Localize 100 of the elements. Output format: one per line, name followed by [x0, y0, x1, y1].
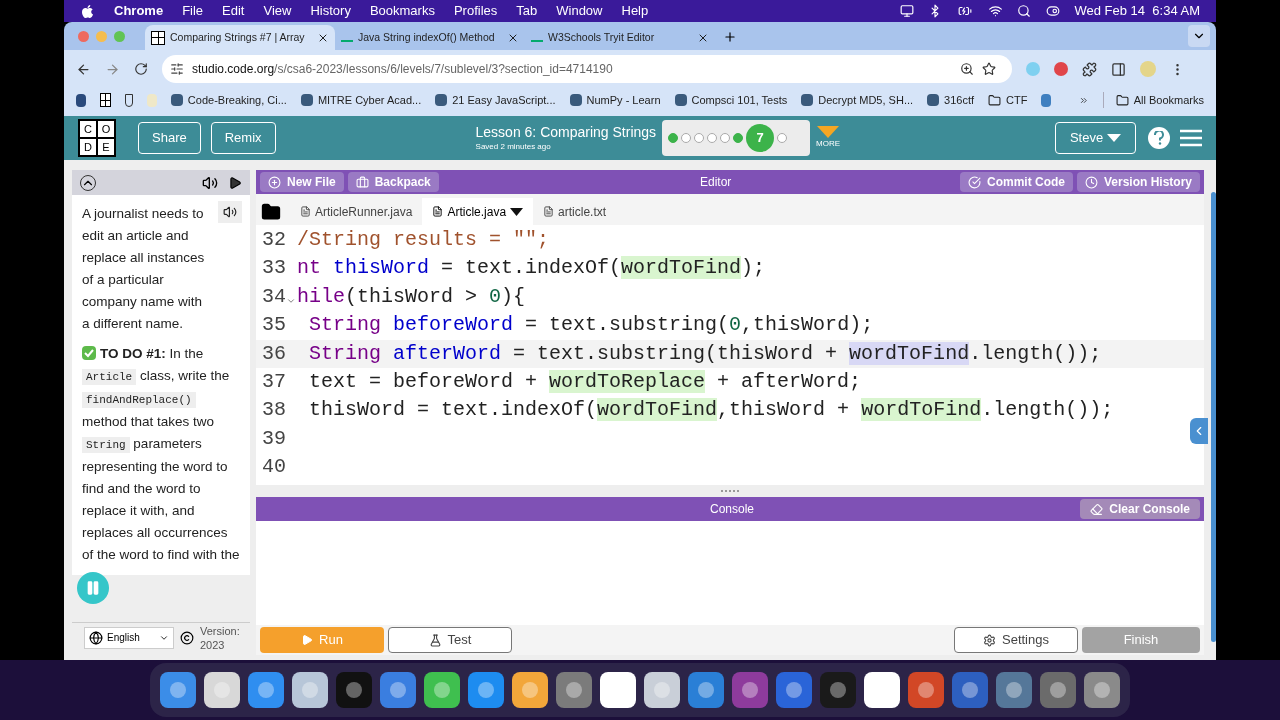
read-aloud-icon[interactable] — [218, 201, 242, 223]
settings-button[interactable]: Settings — [954, 627, 1078, 653]
lesson-title: Lesson 6: Comparing Strings — [475, 123, 657, 141]
app-icon[interactable] — [380, 672, 416, 708]
toolbar-button[interactable]: Commit Code — [959, 172, 1073, 192]
app-icon[interactable] — [292, 672, 328, 708]
toolbar-button[interactable]: New File — [260, 172, 344, 192]
file-tab[interactable]: ArticleRunner.java — [290, 198, 423, 225]
menu-icon[interactable] — [1180, 129, 1202, 147]
bookmark-item[interactable]: Code-Breaking, Ci... — [170, 91, 287, 109]
menu-item[interactable]: Chrome — [114, 1, 164, 21]
app-icon[interactable] — [424, 672, 460, 708]
site-settings-icon[interactable] — [170, 62, 184, 76]
help-icon[interactable] — [1148, 127, 1170, 149]
more-link[interactable]: MORE — [816, 138, 841, 150]
app-icon[interactable] — [204, 672, 240, 708]
folder-icon[interactable] — [260, 202, 282, 222]
app-icon[interactable] — [1084, 672, 1120, 708]
menu-item[interactable]: Bookmarks — [369, 1, 435, 21]
test-button[interactable]: Test — [388, 627, 512, 653]
toolbar-button[interactable]: Version History — [1076, 172, 1200, 192]
bookmark-item[interactable]: 21 Easy JavaScript... — [435, 91, 556, 109]
app-icon[interactable] — [644, 672, 680, 708]
forward-icon[interactable] — [105, 61, 120, 77]
browser-tab[interactable]: W3Schools Tryit Editor — [525, 25, 715, 50]
app-icon[interactable] — [512, 672, 548, 708]
backpack-icon — [355, 175, 369, 189]
wifi-icon[interactable] — [987, 4, 1003, 18]
zoom-icon[interactable] — [960, 62, 974, 76]
line-number: 33 — [261, 255, 286, 282]
checkmark-icon — [82, 346, 96, 360]
side-panel-icon[interactable] — [1111, 61, 1126, 77]
bookmark-item[interactable]: All Bookmarks — [1102, 91, 1204, 109]
menu-item[interactable]: Window — [556, 1, 603, 21]
fold-icon[interactable] — [286, 296, 296, 306]
control-center-icon[interactable] — [1044, 4, 1061, 18]
apple-icon[interactable] — [80, 3, 95, 19]
code-logo[interactable]: C O D E — [78, 119, 116, 157]
tab-search-button[interactable] — [1188, 25, 1210, 47]
reload-icon[interactable] — [134, 62, 148, 76]
app-icon[interactable] — [600, 672, 636, 708]
menu-item[interactable]: Edit — [222, 1, 245, 21]
play-icon — [301, 634, 314, 646]
menu-item[interactable]: File — [182, 1, 204, 21]
menu-item[interactable]: History — [310, 1, 351, 21]
user-menu-button[interactable]: Steve — [1055, 122, 1136, 154]
star-icon[interactable] — [982, 62, 996, 76]
header-button[interactable]: Share — [138, 122, 201, 154]
language-select[interactable]: English — [84, 626, 174, 649]
extension-icon[interactable] — [1054, 62, 1068, 76]
bookmark-item[interactable]: NumPy - Learn — [569, 91, 661, 109]
code-line: thisWord = text.indexOf(wordToFind,thisWord + wordToFind.length()); — [308, 397, 1114, 424]
bookmark-item[interactable]: CTF — [988, 91, 1028, 109]
copyright-icon[interactable] — [180, 630, 194, 645]
caret-icon[interactable] — [510, 207, 524, 216]
search-icon[interactable] — [1016, 4, 1031, 18]
speaker-icon[interactable] — [202, 174, 218, 191]
app-icon[interactable] — [468, 672, 504, 708]
bookmark-item[interactable]: Decrypt MD5, SH... — [801, 91, 914, 109]
app-icon[interactable] — [996, 672, 1032, 708]
toolbar-button[interactable]: Backpack — [347, 172, 439, 192]
header-button[interactable]: Remix — [210, 122, 276, 154]
file-tab[interactable]: Article.java — [422, 198, 534, 225]
resize-handle[interactable] — [721, 489, 739, 493]
bookmark-item[interactable]: MITRE Cyber Acad... — [300, 91, 422, 109]
file-tab[interactable]: article.txt — [533, 198, 617, 225]
menu-item[interactable]: Tab — [516, 1, 538, 21]
extensions-icon[interactable] — [1082, 61, 1097, 77]
browser-tab[interactable]: Java String indexOf() Method — [335, 25, 525, 50]
menu-item[interactable]: Profiles — [453, 1, 498, 21]
menu-item[interactable]: Help — [621, 1, 649, 21]
app-icon[interactable] — [160, 672, 196, 708]
menu-item[interactable]: View — [263, 1, 292, 21]
expand-panel-tab[interactable] — [1190, 418, 1208, 444]
eraser-icon — [1090, 502, 1104, 516]
browser-tab[interactable]: Comparing Strings #7 | Array — [145, 25, 335, 50]
code-line: text = beforeWord + wordToReplace + afterWord; — [308, 369, 862, 396]
app-icon[interactable] — [864, 672, 900, 708]
status-icon[interactable] — [899, 4, 914, 18]
editor-title: Editor — [700, 174, 732, 191]
address-bar[interactable]: studio.code.org/s/csa6-2023/lessons/6/levels/7/sublevel/3?section_id=4714190 — [162, 55, 1012, 83]
scrollbar[interactable] — [1211, 192, 1216, 642]
line-number: 39 — [261, 425, 286, 452]
app-icon[interactable] — [248, 672, 284, 708]
code-line: String afterWord = text.substring(thisWord + wordToFind.length()); — [308, 340, 1102, 367]
bookmark-item[interactable]: 316ctf — [927, 91, 975, 109]
clock-text[interactable]: Wed Feb 14 6:34 AM — [1074, 1, 1200, 21]
bookmark-icon[interactable] — [76, 93, 86, 107]
bookmark-item[interactable]: Compsci 101, Tests — [674, 91, 788, 109]
file-icon — [543, 206, 555, 217]
back-icon[interactable] — [76, 61, 91, 77]
app-icon[interactable] — [688, 672, 724, 708]
play-icon[interactable] — [228, 175, 242, 190]
site-icon — [927, 94, 940, 106]
code-logo[interactable] — [151, 30, 165, 45]
new-tab-icon[interactable] — [723, 30, 737, 44]
code-logo[interactable] — [99, 93, 111, 107]
line-number: 36 — [261, 340, 286, 367]
app-icon[interactable] — [556, 672, 592, 708]
clock-icon — [1084, 175, 1098, 189]
